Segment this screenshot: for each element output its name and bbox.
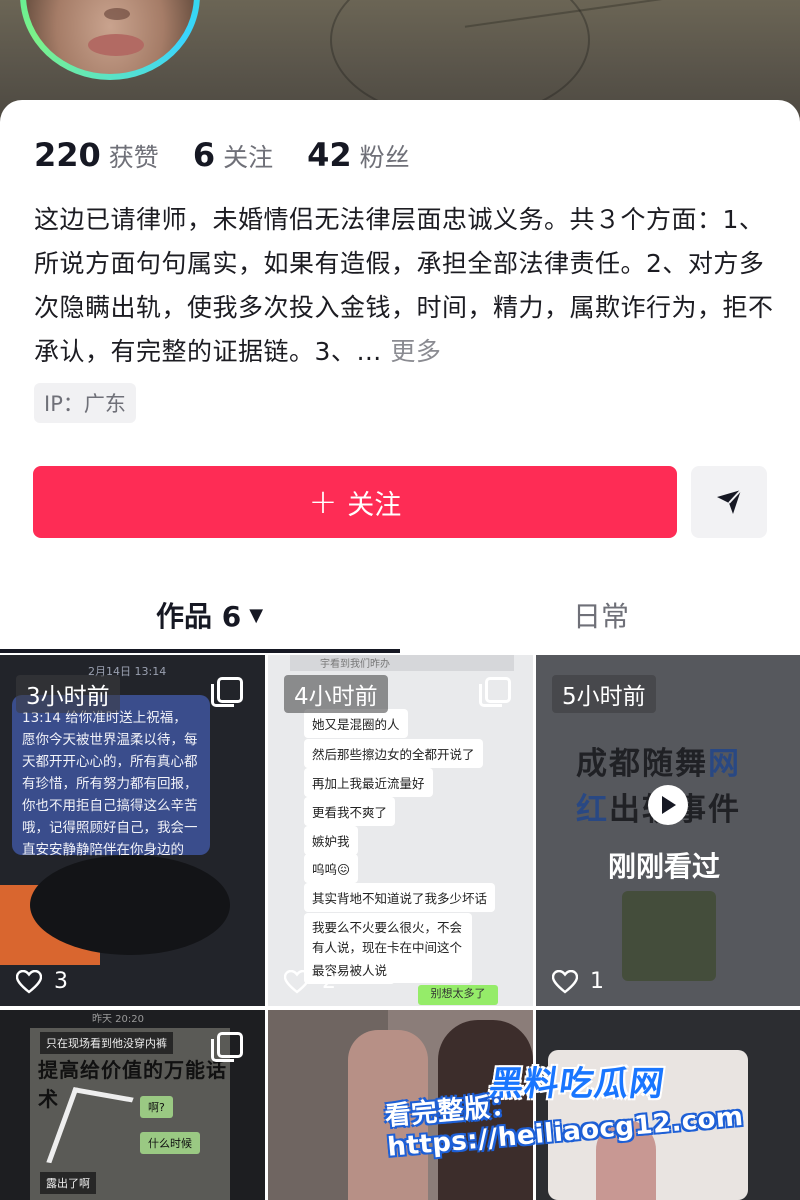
stat-value: 6 — [192, 136, 216, 174]
post-time-badge: 3小时前 — [16, 675, 120, 713]
recently-watched-label: 刚刚看过 — [608, 850, 721, 883]
play-icon — [648, 785, 688, 825]
tab-works-label: 作品 6 — [156, 600, 242, 633]
chat-bubble: 嫉妒我 — [304, 826, 358, 855]
caret-down-icon: ▼ — [249, 604, 264, 626]
heart-icon — [552, 969, 578, 994]
heart-icon — [284, 969, 310, 994]
ip-location-badge: IP：广东 — [34, 383, 136, 423]
video-tile[interactable]: 2月14日 13:14 13:14 给你准时送上祝福，愿你今天被世界温柔以待，每… — [0, 655, 265, 1006]
tab-daily-label: 日常 — [573, 600, 630, 633]
video-tile[interactable]: 宇看到我们昨办 她又是混圈的人 然后那些擦边女的全都开说了 再加上我最近流量好 … — [268, 655, 533, 1006]
post-time-badge: 4小时前 — [284, 675, 388, 713]
like-count: 2 — [284, 969, 336, 994]
chat-message-card: 13:14 给你准时送上祝福，愿你今天被世界温柔以待，每天都开开心心的，所有真心… — [12, 695, 210, 858]
stat-following[interactable]: 6 关注 — [193, 136, 273, 174]
chat-timestamp: 昨天 20:20 — [92, 1014, 144, 1025]
thumbnail-decoration — [30, 855, 230, 955]
profile-stats: 220 获赞 6 关注 42 粉丝 — [34, 136, 444, 174]
follow-label: 关注 — [347, 489, 402, 521]
multi-image-icon — [211, 677, 243, 707]
stat-followers[interactable]: 42 粉丝 — [307, 136, 410, 174]
chat-bubble: 然后那些擦边女的全都开说了 — [304, 739, 483, 768]
heart-icon — [16, 969, 42, 994]
video-tile[interactable]: 昨天 20:20 提高给价值的万能话术 只在现场看到他没穿内裤 啊? 什么时候 … — [0, 1010, 265, 1200]
chat-bubble: 更看我不爽了 — [304, 797, 396, 826]
like-count-value: 2 — [322, 969, 336, 994]
stat-label: 粉丝 — [359, 143, 410, 172]
multi-image-icon — [211, 1032, 243, 1062]
plus-icon: + — [308, 482, 338, 522]
multi-image-icon — [479, 677, 511, 707]
avatar[interactable] — [20, 0, 200, 80]
stat-value: 220 — [34, 136, 101, 174]
active-tab-indicator — [0, 649, 400, 653]
stat-value: 42 — [307, 136, 352, 174]
avatar-image — [26, 0, 194, 74]
chat-bubble: 露出了啊 — [40, 1172, 96, 1194]
like-count: 1 — [552, 969, 604, 994]
follow-button[interactable]: + 关注 — [33, 466, 677, 538]
chat-bubble: 什么时候 — [140, 1132, 200, 1154]
video-tile[interactable]: 成都随舞网 红出轨事件 刚刚看过 5小时前 1 — [536, 655, 800, 1006]
chat-reply-bubble: 别想太多了 — [418, 985, 498, 1005]
chat-top-bar: 宇看到我们昨办 — [290, 655, 514, 671]
chat-bubble: 啊? — [140, 1096, 173, 1118]
profile-bio[interactable]: 这边已请律师，未婚情侣无法律层面忠诚义务。共３个方面：1、所说方面句句属实，如果… — [34, 198, 774, 374]
send-icon — [717, 489, 742, 514]
avatar-nose — [104, 8, 130, 20]
tab-daily[interactable]: 日常 — [573, 595, 629, 635]
avatar-lips — [88, 34, 144, 56]
like-count-value: 1 — [590, 969, 604, 994]
stat-likes[interactable]: 220 获赞 — [34, 136, 159, 174]
tab-works[interactable]: 作品 6 ▼ — [156, 595, 263, 635]
chat-bubble: 她又是混圈的人 — [304, 709, 408, 738]
chat-bubble: 再加上我最近流量好 — [304, 768, 433, 797]
like-count-value: 3 — [54, 969, 68, 994]
post-time-badge: 5小时前 — [552, 675, 656, 713]
chat-bubble: 其实背地不知道说了我多少坏话 — [304, 883, 496, 912]
like-count: 3 — [16, 969, 68, 994]
stat-label: 关注 — [223, 143, 274, 172]
send-message-button[interactable] — [691, 466, 767, 538]
chat-bubble: 呜呜😖 — [304, 854, 359, 883]
chat-bubble: 只在现场看到他没穿内裤 — [40, 1032, 173, 1054]
profile-card: 220 获赞 6 关注 42 粉丝 这边已请律师，未婚情侣无法律层面忠诚义务。共… — [0, 100, 800, 1200]
bio-more-link[interactable]: 更多 — [390, 337, 441, 366]
stat-label: 获赞 — [108, 143, 159, 172]
